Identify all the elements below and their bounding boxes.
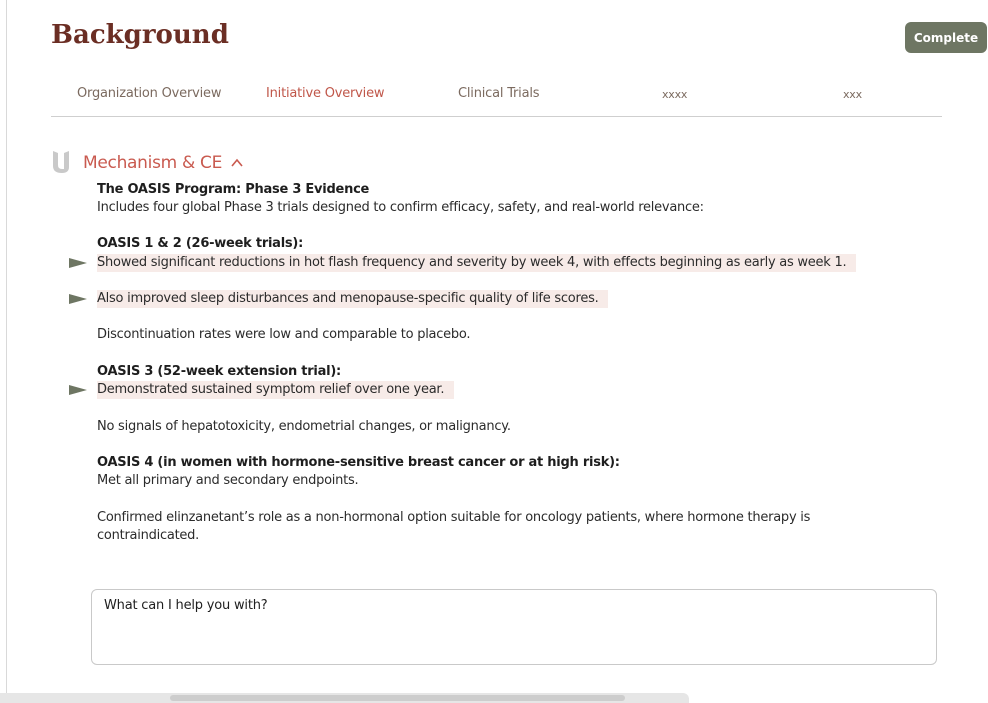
chat-input[interactable]	[104, 598, 924, 656]
scrollbar-thumb[interactable]	[170, 695, 625, 701]
oasis4-line-1: Met all primary and secondary endpoints.	[97, 473, 359, 488]
section-logo-icon	[53, 151, 69, 173]
tab-bar: Organization Overview Initiative Overvie…	[51, 80, 942, 117]
oasis12-point-1: Showed significant reductions in hot fla…	[97, 254, 857, 272]
left-border	[6, 0, 7, 703]
chat-box	[91, 589, 937, 665]
page-title: Background	[51, 20, 229, 50]
oasis3-point-1: Demonstrated sustained symptom relief ov…	[97, 381, 455, 399]
chevron-up-icon	[231, 158, 243, 167]
pennant-arrow-icon	[69, 258, 87, 268]
oasis12-point-2: Also improved sleep disturbances and men…	[97, 290, 609, 308]
section-header[interactable]: Mechanism & CE	[83, 153, 243, 173]
oasis4-line-2b: contraindicated.	[97, 528, 200, 543]
oasis4-heading: OASIS 4 (in women with hormone-sensitive…	[97, 455, 620, 470]
tab-clinical-trials[interactable]: Clinical Trials	[458, 86, 540, 101]
oasis4-line-2a: Confirmed elinzanetant’s role as a non-h…	[97, 510, 811, 525]
oasis12-heading: OASIS 1 & 2 (26-week trials):	[97, 236, 304, 251]
tab-organization-overview[interactable]: Organization Overview	[77, 86, 221, 101]
oasis3-note: No signals of hepatotoxicity, endometria…	[97, 419, 511, 434]
tab-initiative-overview[interactable]: Initiative Overview	[266, 86, 385, 101]
program-intro: Includes four global Phase 3 trials desi…	[97, 200, 704, 215]
oasis12-note: Discontinuation rates were low and compa…	[97, 327, 471, 342]
program-heading: The OASIS Program: Phase 3 Evidence	[97, 182, 370, 197]
pennant-arrow-icon	[69, 385, 87, 395]
complete-button[interactable]: Complete	[905, 22, 987, 53]
oasis3-heading: OASIS 3 (52-week extension trial):	[97, 364, 342, 379]
tab-xxxx[interactable]: xxxx	[662, 88, 687, 101]
tab-xxx[interactable]: xxx	[843, 88, 862, 101]
pennant-arrow-icon	[69, 294, 87, 304]
horizontal-scrollbar[interactable]	[0, 693, 689, 703]
section-title: Mechanism & CE	[83, 153, 223, 173]
